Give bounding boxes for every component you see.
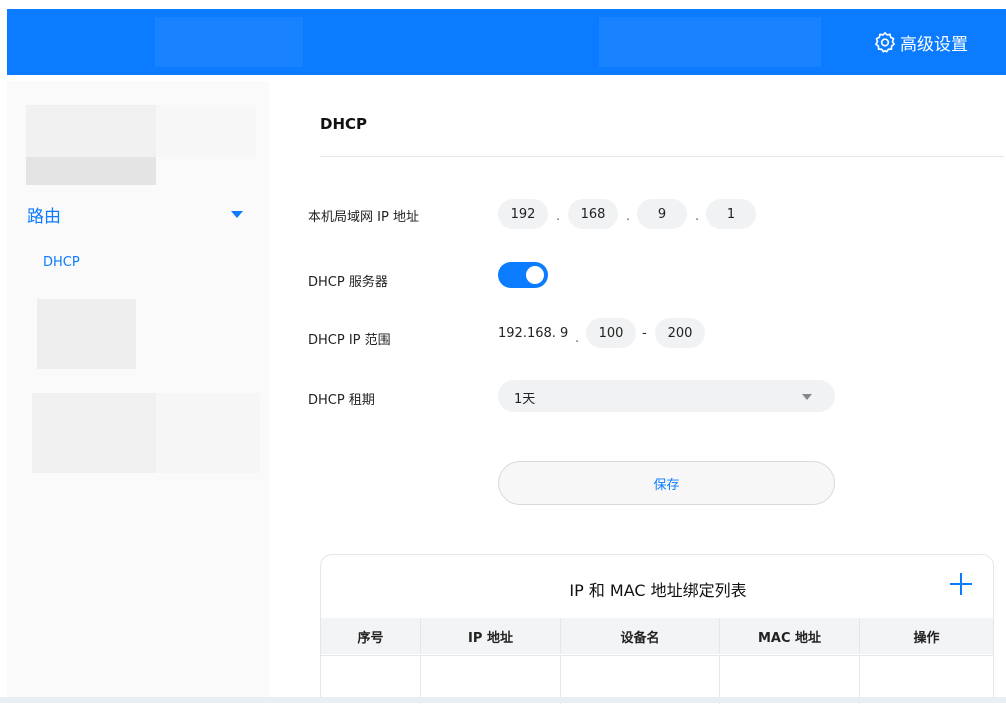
page-title: DHCP xyxy=(320,115,368,133)
lease-select[interactable]: 1天 xyxy=(498,380,835,412)
lease-select-value: 1天 xyxy=(514,392,536,407)
sidebar-section-routing[interactable]: 路由 xyxy=(27,200,249,228)
ip-dot: . xyxy=(575,331,580,346)
column-header: 设备名 xyxy=(561,618,720,654)
caret-down-icon xyxy=(231,210,243,218)
dhcp-server-label: DHCP 服务器 xyxy=(308,275,388,290)
chevron-down-icon xyxy=(802,394,812,400)
advanced-settings-label: 高级设置 xyxy=(900,34,968,55)
lan-ip-octet-3[interactable] xyxy=(637,199,687,229)
dhcp-range-start-input[interactable] xyxy=(586,318,636,348)
advanced-settings-button[interactable]: 高级设置 xyxy=(874,27,968,57)
ip-dot: . xyxy=(556,209,561,224)
binding-table-title: IP 和 MAC 地址绑定列表 xyxy=(569,581,747,600)
bottom-edge xyxy=(0,697,1006,703)
dhcp-range-prefix: 192.168. 9 xyxy=(498,326,569,341)
lan-ip-octet-2[interactable] xyxy=(568,199,618,229)
dhcp-server-toggle[interactable] xyxy=(498,262,548,288)
top-bar-placeholder xyxy=(599,17,821,67)
range-separator: - xyxy=(642,326,647,341)
top-bar-placeholder xyxy=(155,17,303,67)
sidebar-placeholder xyxy=(156,105,256,157)
sidebar-item-dhcp[interactable]: DHCP xyxy=(43,255,80,270)
top-bar: 高级设置 xyxy=(7,9,1006,75)
column-header: 操作 xyxy=(913,630,940,646)
sidebar-placeholder xyxy=(26,157,156,185)
dhcp-range-label: DHCP IP 范围 xyxy=(308,333,391,348)
sidebar-placeholder xyxy=(156,393,260,473)
dhcp-range-end-input[interactable] xyxy=(655,318,705,348)
sidebar-placeholder xyxy=(26,105,156,157)
lan-ip-octet-4[interactable] xyxy=(706,199,756,229)
add-icon[interactable] xyxy=(950,573,972,595)
sidebar-placeholder xyxy=(32,393,156,473)
save-button[interactable]: 保存 xyxy=(498,461,835,505)
ip-dot: . xyxy=(626,209,631,224)
lease-label: DHCP 租期 xyxy=(308,393,375,408)
toggle-knob xyxy=(526,266,544,284)
ip-dot: . xyxy=(695,209,700,224)
lan-ip-label: 本机局域网 IP 地址 xyxy=(308,210,419,225)
binding-table-header: 序号 IP 地址 设备名 MAC 地址 操作 xyxy=(321,618,993,654)
column-header: IP 地址 xyxy=(421,618,561,654)
lan-ip-octet-1[interactable] xyxy=(498,199,548,229)
gear-icon xyxy=(875,32,895,53)
column-header: 序号 xyxy=(321,618,421,654)
column-header: MAC 地址 xyxy=(720,618,860,654)
title-divider xyxy=(320,156,1004,157)
sidebar-section-label: 路由 xyxy=(27,206,61,227)
binding-table-card: IP 和 MAC 地址绑定列表 序号 IP 地址 设备名 MAC 地址 操作 xyxy=(320,554,994,704)
sidebar xyxy=(7,81,269,703)
sidebar-placeholder xyxy=(37,299,136,369)
